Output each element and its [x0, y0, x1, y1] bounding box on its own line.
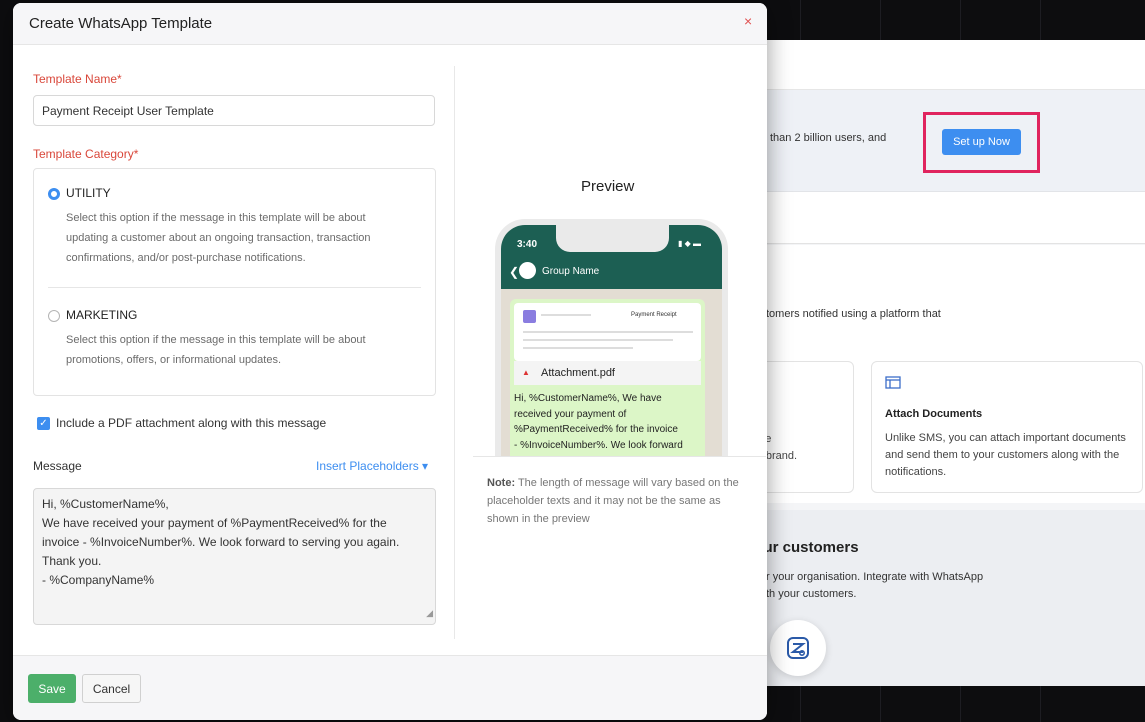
preview-title: Preview — [581, 178, 635, 195]
group-avatar — [519, 262, 536, 279]
background-topbar — [740, 40, 1145, 90]
message-bubble: Payment Receipt ▲ Attachment.pdf Hi, %Cu… — [510, 299, 705, 456]
message-line: - %CompanyName% — [42, 573, 155, 587]
lower-desc-line: r your organisation. Integrate with What… — [766, 571, 984, 583]
category-options: UTILITY Select this option if the messag… — [33, 168, 436, 396]
attach-documents-card: Attach Documents Unlike SMS, you can att… — [871, 361, 1143, 493]
option-marketing-title: MARKETING — [66, 308, 138, 322]
bubble-line: Hi, %CustomerName%, We have — [514, 393, 662, 404]
cancel-button[interactable]: Cancel — [82, 674, 141, 703]
bubble-text: Hi, %CustomerName%, We have received you… — [514, 391, 704, 453]
document-icon — [885, 376, 901, 393]
receipt-thumbnail: Payment Receipt — [514, 303, 701, 361]
note-text: The length of message will vary based on… — [487, 477, 739, 525]
attach-documents-title: Attach Documents — [885, 408, 983, 420]
app-logo-icon[interactable] — [770, 620, 826, 676]
radio-utility[interactable] — [48, 188, 60, 200]
group-name: Group Name — [542, 266, 600, 277]
back-arrow-icon: ❮ — [509, 265, 520, 279]
attachment-name: Attachment.pdf — [541, 367, 615, 379]
receipt-title: Payment Receipt — [631, 312, 677, 318]
option-desc-line: confirmations, and/or post-purchase noti… — [66, 252, 306, 264]
preview-note: Note: The length of message will vary ba… — [487, 474, 747, 528]
close-icon[interactable]: × — [744, 13, 752, 29]
background-page: than 2 billion users, and Set up Now tom… — [740, 40, 1145, 686]
template-category-label: Template Category* — [33, 147, 139, 161]
message-line: Hi, %CustomerName%, — [42, 497, 169, 511]
bubble-line: %PaymentReceived% for the invoice — [514, 424, 678, 435]
category-divider — [48, 287, 421, 288]
preview-bottom-rule — [473, 456, 766, 457]
option-desc-line: promotions, offers, or informational upd… — [66, 354, 282, 366]
option-utility-title: UTILITY — [66, 186, 111, 200]
resize-grip-icon[interactable]: ◢ — [426, 604, 433, 623]
phone-status-icons: ▮ ◆ ▬ — [678, 239, 701, 248]
option-utility-desc: Select this option if the message in thi… — [66, 208, 371, 268]
option-desc-line: Select this option if the message in thi… — [66, 212, 366, 224]
phone-preview: 3:40 ▮ ◆ ▬ ❮ Group Name Payment Receipt … — [495, 219, 728, 456]
attach-documents-desc: Unlike SMS, you can attach important doc… — [885, 432, 1126, 478]
receipt-line — [523, 347, 633, 349]
message-label: Message — [33, 459, 82, 473]
lower-section-desc: r your organisation. Integrate with What… — [766, 569, 983, 603]
lower-desc-line: th your customers. — [766, 588, 857, 600]
message-line: Thank you. — [42, 554, 102, 568]
preview-divider — [454, 66, 455, 639]
pdf-attachment-label: Include a PDF attachment along with this… — [56, 416, 327, 430]
insert-placeholders-dropdown[interactable]: Insert Placeholders ▾ — [316, 459, 428, 473]
create-template-modal: Create WhatsApp Template × Template Name… — [13, 3, 767, 720]
note-label: Note: — [487, 477, 516, 489]
setup-now-button[interactable]: Set up Now — [942, 129, 1021, 155]
attachment-row: ▲ Attachment.pdf — [514, 361, 701, 385]
pdf-attachment-checkbox[interactable]: ✓ — [37, 417, 50, 430]
phone-notch — [556, 225, 669, 252]
message-line: invoice - %InvoiceNumber%. We look forwa… — [42, 535, 400, 549]
receipt-line — [523, 339, 673, 341]
option-desc-line: Select this option if the message in thi… — [66, 334, 366, 346]
modal-title: Create WhatsApp Template — [29, 15, 213, 32]
features-intro-text: tomers notified using a platform that — [766, 308, 941, 320]
message-textarea[interactable]: Hi, %CustomerName%, We have received you… — [33, 488, 436, 625]
receipt-line — [523, 331, 693, 333]
option-marketing-desc: Select this option if the message in thi… — [66, 330, 366, 370]
template-name-label: Template Name* — [33, 72, 122, 86]
background-section — [740, 192, 1145, 244]
receipt-line — [541, 314, 591, 316]
message-line: We have received your payment of %Paymen… — [42, 516, 387, 530]
bubble-line: received your payment of — [514, 408, 627, 420]
receipt-logo-icon — [523, 310, 536, 323]
phone-time: 3:40 — [517, 239, 538, 250]
pdf-icon: ▲ — [522, 368, 530, 377]
save-button[interactable]: Save — [28, 674, 76, 703]
template-name-input[interactable] — [33, 95, 435, 126]
bubble-line: - %InvoiceNumber%. We look forward — [514, 439, 683, 451]
banner-text: than 2 billion users, and — [770, 132, 887, 144]
option-desc-line: updating a customer about an ongoing tra… — [66, 232, 371, 244]
radio-marketing[interactable] — [48, 310, 60, 322]
